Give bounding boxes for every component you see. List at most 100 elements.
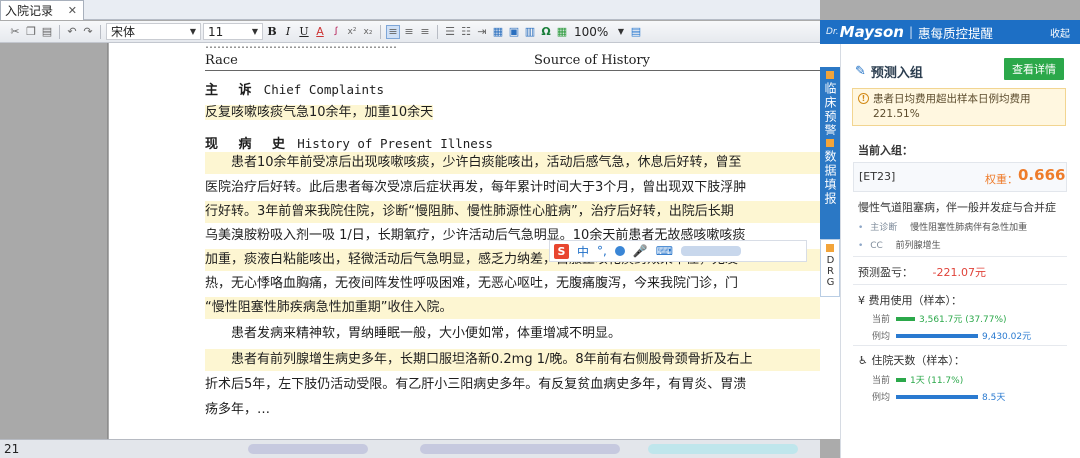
hpi-line[interactable]: 患者10余年前受凉后出现咳嗽咳痰，少许白痰能咳出，活动后感气急，休息后好转，曾至 bbox=[205, 152, 820, 174]
symbol-omega-icon[interactable]: Ω bbox=[539, 25, 553, 39]
chief-complaints-text[interactable]: 反复咳嗽咳痰气急10余年，加重10余天 bbox=[205, 101, 434, 120]
chevron-down-icon: ▼ bbox=[617, 27, 624, 36]
ime-punctuation-toggle[interactable]: °, bbox=[597, 244, 607, 258]
table-icon[interactable]: ▦ bbox=[491, 25, 505, 39]
toolbar-separator bbox=[100, 24, 101, 39]
subscript-icon[interactable]: x₂ bbox=[361, 25, 375, 39]
font-color-icon[interactable]: A bbox=[313, 25, 327, 39]
chart-icon[interactable]: ▥ bbox=[523, 25, 537, 39]
cost-usage-title: 费用使用（样本）： bbox=[868, 294, 963, 307]
stay-days-title: 住院天数（样本）： bbox=[871, 354, 965, 367]
copy-icon[interactable]: ❐ bbox=[24, 25, 38, 39]
align-right-icon[interactable]: ≡ bbox=[418, 25, 432, 39]
chief-complaints-heading: 主 诉 Chief Complaints bbox=[205, 79, 384, 98]
cost-usage-heading: ¥ 费用使用（样本）： bbox=[858, 292, 962, 308]
font-size-select[interactable]: 11 ▼ bbox=[203, 23, 263, 40]
heading-en: Chief Complaints bbox=[263, 82, 385, 97]
row-text: 前列腺增生 bbox=[895, 241, 941, 251]
chevron-down-icon: ▼ bbox=[189, 27, 196, 36]
edit-icon: ✎ bbox=[855, 64, 866, 79]
row-text: 慢性阻塞性肺病伴有急性加重 bbox=[910, 223, 1028, 233]
view-details-button[interactable]: 查看详情 bbox=[1004, 58, 1064, 80]
heading-en: History of Present Illness bbox=[297, 136, 493, 151]
status-blurred-area bbox=[648, 444, 798, 454]
tab-label: 临床预警 bbox=[823, 82, 837, 138]
microphone-icon[interactable]: 🎤 bbox=[633, 244, 648, 258]
days-average-row: 例均 8.5天 bbox=[872, 390, 1005, 403]
row-label: 当前 bbox=[872, 376, 891, 386]
predicted-group-heading: ✎ 预测入组 bbox=[855, 62, 923, 81]
alert-percentage: 221.51% bbox=[873, 108, 920, 120]
panel-title: 惠每质控提醒 bbox=[918, 25, 994, 41]
align-center-icon[interactable]: ≡ bbox=[402, 25, 416, 39]
row-tag: CC bbox=[870, 241, 883, 251]
bold-button[interactable]: B bbox=[265, 25, 279, 39]
weight-label: 权重： bbox=[985, 173, 1018, 186]
hpi-line[interactable]: 患者发病来精神软，胃纳睡眠一般，大小便如常，体重增减不明显。 bbox=[205, 323, 820, 345]
italic-button[interactable]: I bbox=[281, 25, 295, 39]
section-divider bbox=[205, 70, 820, 71]
tab-label: 入院记录 bbox=[5, 4, 54, 18]
alert-text: 患者日均费用超出样本日例均费用 bbox=[873, 93, 1031, 105]
indent-icon[interactable]: ⇥ bbox=[475, 25, 489, 39]
ime-toolbar[interactable]: S 中 °, 🎤 ⌨ bbox=[549, 240, 807, 262]
cut-icon[interactable]: ✂ bbox=[8, 25, 22, 39]
image-icon[interactable]: ▣ bbox=[507, 25, 521, 39]
brand-prefix: Dr. bbox=[826, 27, 839, 37]
hpi-line[interactable]: 患者有前列腺增生病史多年，长期口服坦洛新0.2mg 1/晚。8年前有右侧股骨颈骨… bbox=[205, 349, 820, 371]
insert-special-icon[interactable]: ▦ bbox=[555, 25, 569, 39]
status-blurred-area bbox=[420, 444, 620, 454]
page-setup-icon[interactable]: ▤ bbox=[629, 25, 643, 39]
hpi-line[interactable]: 行好转。3年前曾来我院住院，诊断“慢阻肺、慢性肺源性心脏病”，治疗后好转，出院后… bbox=[205, 201, 820, 223]
tab-drg[interactable]: DRG bbox=[820, 239, 840, 297]
cc-row: • CC 前列腺增生 bbox=[858, 238, 941, 251]
bullet-list-icon[interactable]: ☷ bbox=[459, 25, 473, 39]
tab-data-reporting[interactable]: 数据填报 bbox=[820, 135, 840, 239]
ime-language-toggle[interactable]: 中 bbox=[577, 243, 589, 260]
ime-blurred-area bbox=[681, 246, 742, 256]
left-margin-area bbox=[0, 43, 108, 439]
hpi-line[interactable]: 热，无心悸咯血胸痛，无夜间阵发性呼吸困难，无恶心呕吐，无腹痛腹泻，今来我院门诊，… bbox=[205, 273, 820, 295]
numbered-list-icon[interactable]: ☰ bbox=[443, 25, 457, 39]
sogou-logo-icon[interactable]: S bbox=[554, 243, 569, 259]
status-blurred-area bbox=[248, 444, 368, 454]
zoom-select[interactable]: 100% ▼ bbox=[571, 23, 627, 40]
cut-off-line: ………………………………………… bbox=[205, 43, 397, 51]
cost-average-row: 例均 9,430.02元 bbox=[872, 329, 1031, 342]
tab-label: DRG bbox=[825, 255, 836, 288]
profit-value: -221.07元 bbox=[932, 266, 986, 279]
days-current-value: 1天 (11.7%) bbox=[910, 376, 964, 386]
collapse-button[interactable]: 收起 bbox=[1050, 25, 1070, 40]
font-family-value: 宋体 bbox=[111, 25, 136, 39]
highlight-icon[interactable]: ꭍ bbox=[329, 25, 343, 39]
header-divider: | bbox=[908, 25, 913, 39]
panel-divider bbox=[853, 345, 1067, 346]
hpi-line[interactable]: 疡多年，… bbox=[205, 399, 820, 421]
tab-close-icon[interactable]: ✕ bbox=[68, 4, 77, 17]
redo-icon[interactable]: ↷ bbox=[81, 25, 95, 39]
toolbar-separator bbox=[437, 24, 438, 39]
cost-average-value: 9,430.02元 bbox=[982, 332, 1032, 342]
assistant-vertical-tabs: 临床预警 数据填报 DRG bbox=[820, 43, 840, 439]
hpi-line[interactable]: 折术后5年，左下肢仍活动受限。有乙肝小三阳病史多年。有反复贫血病史多年，有胃炎、… bbox=[205, 374, 820, 396]
tab-admission-record[interactable]: 入院记录 ✕ bbox=[0, 0, 84, 20]
row-label: 当前 bbox=[872, 315, 891, 325]
emoji-icon[interactable] bbox=[614, 246, 625, 256]
hpi-line[interactable]: 医院治疗后好转。此后患者每次受凉后症状再发，每年累计时间大于3个月，曾出现双下肢… bbox=[205, 177, 820, 199]
font-family-select[interactable]: 宋体 ▼ bbox=[106, 23, 201, 40]
row-tag: 主诊断 bbox=[870, 223, 898, 233]
superscript-icon[interactable]: x² bbox=[345, 25, 359, 39]
undo-icon[interactable]: ↶ bbox=[65, 25, 79, 39]
underline-button[interactable]: U bbox=[297, 25, 311, 39]
bullet-icon: • bbox=[858, 241, 864, 251]
align-left-icon[interactable]: ≡ bbox=[386, 24, 400, 39]
days-average-bar bbox=[896, 394, 978, 399]
keyboard-icon[interactable]: ⌨ bbox=[656, 244, 673, 258]
paste-icon[interactable]: ▤ bbox=[40, 25, 54, 39]
predicted-profit-row: 预测盈亏： -221.07元 bbox=[858, 264, 986, 280]
hpi-line[interactable]: “慢性阻塞性肺疾病急性加重期”收住入院。 bbox=[205, 297, 820, 319]
assistant-panel-header: Dr. Mayson | 惠每质控提醒 收起 bbox=[820, 20, 1080, 44]
row-label: 例均 bbox=[872, 393, 891, 403]
cost-alert: ! 患者日均费用超出样本日例均费用 221.51% bbox=[852, 88, 1066, 126]
cost-current-row: 当前 3,561.7元 (37.77%) bbox=[872, 312, 1007, 325]
